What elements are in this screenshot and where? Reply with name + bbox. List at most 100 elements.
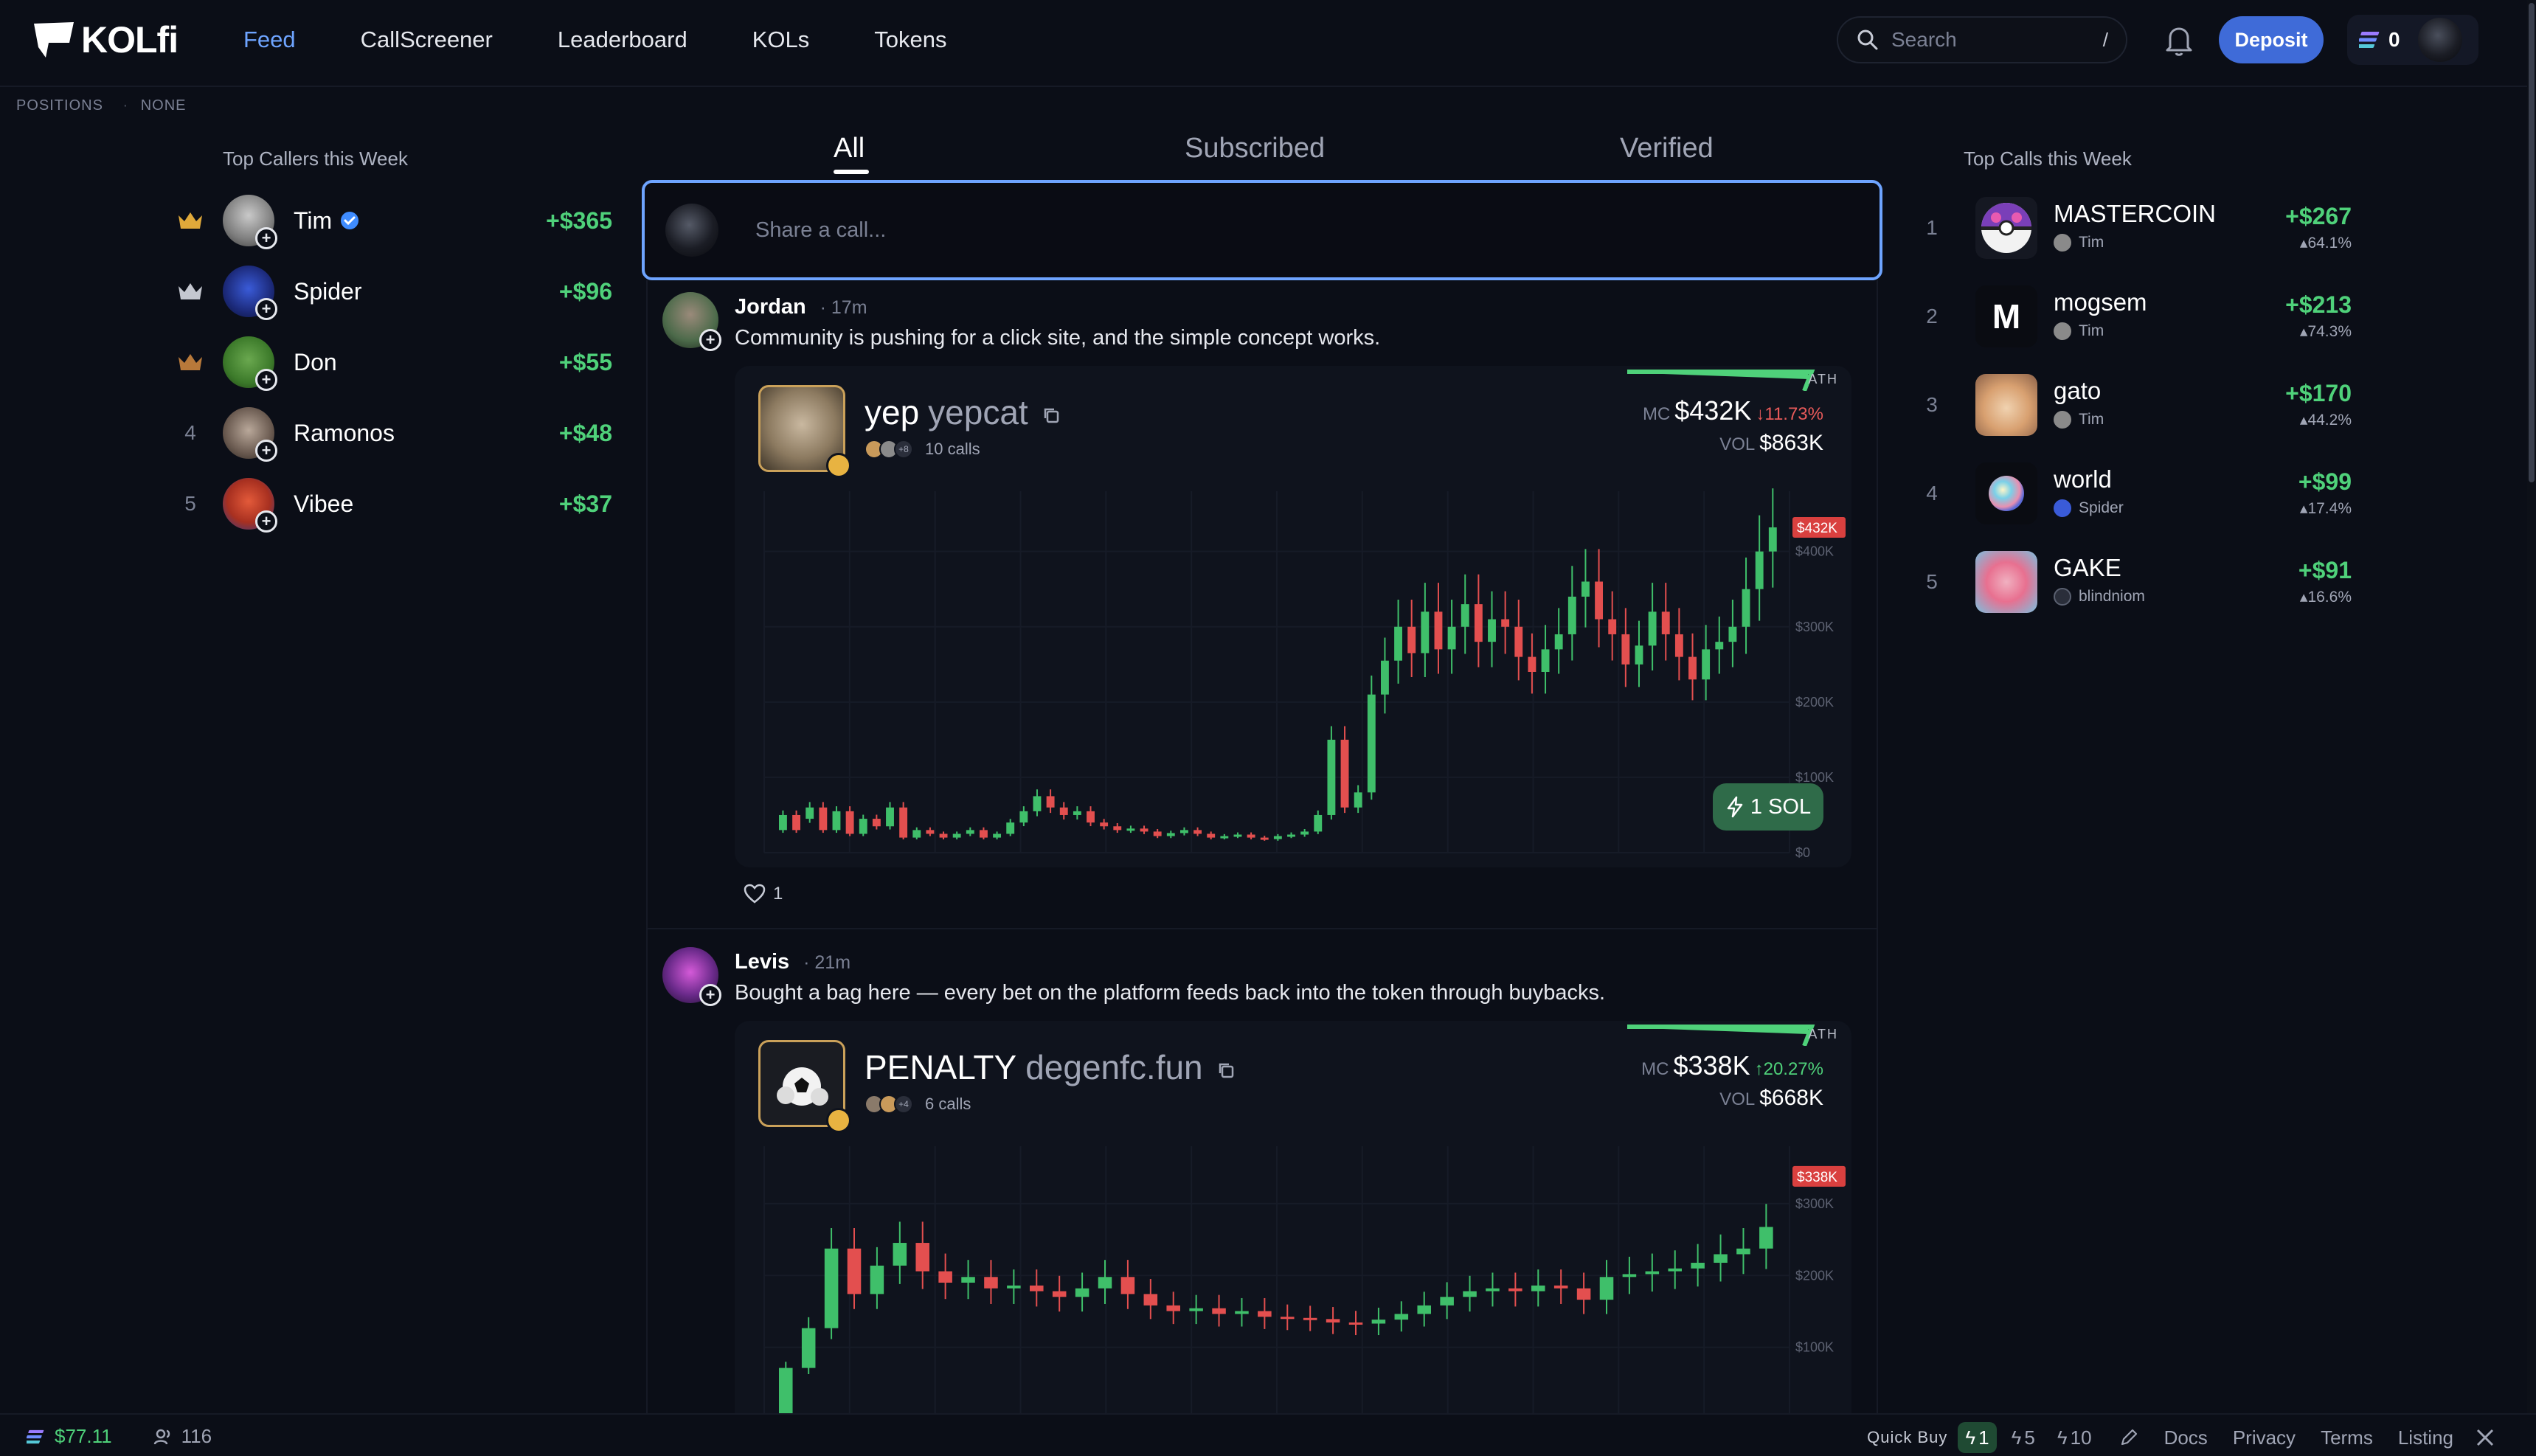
- cat-icon[interactable]: [1975, 374, 2037, 436]
- follow-plus-icon[interactable]: +: [255, 227, 277, 249]
- post-author-avatar[interactable]: +: [662, 947, 721, 1006]
- candle-body: [1421, 611, 1430, 654]
- footer-link-listing[interactable]: Listing: [2398, 1426, 2453, 1449]
- post-author[interactable]: Levis · 21m: [735, 950, 850, 974]
- nav-leaderboard[interactable]: Leaderboard: [558, 27, 687, 53]
- follow-plus-icon[interactable]: +: [255, 440, 277, 462]
- candle-body: [1220, 836, 1229, 839]
- nav-tokens[interactable]: Tokens: [874, 27, 946, 53]
- lightning-icon: ϟ: [1965, 1426, 1976, 1449]
- caller-avatar[interactable]: +: [223, 266, 277, 320]
- caller-row[interactable]: + Don +$55: [170, 327, 612, 398]
- candle-body: [824, 1248, 839, 1328]
- token-card[interactable]: PENALTY degenfc.fun +4 6 calls ATH MC $338…: [735, 1021, 1851, 1434]
- copy-icon[interactable]: [1216, 1061, 1236, 1080]
- scrollbar-thumb[interactable]: [2529, 3, 2535, 482]
- top-call-row[interactable]: 3 gato Tim +$170 ▴44.2%: [1924, 361, 2366, 449]
- caller-mini-avatar: [2054, 588, 2071, 606]
- call-token-name: mogsem: [2054, 288, 2147, 316]
- candle-body: [1576, 1288, 1591, 1300]
- x-twitter-icon[interactable]: [2476, 1428, 2495, 1447]
- candle-body: [912, 830, 921, 838]
- caller-avatar[interactable]: +: [223, 336, 277, 391]
- caller-pnl: +$48: [558, 419, 612, 446]
- caller-row[interactable]: + Spider +$96: [170, 256, 612, 327]
- vol-value: $668K: [1759, 1086, 1823, 1110]
- cartoon-icon[interactable]: [1975, 551, 2037, 613]
- heart-icon: [744, 884, 766, 904]
- kolfi-logo[interactable]: KOLfi: [32, 19, 179, 60]
- post-author[interactable]: Jordan · 17m: [735, 295, 867, 319]
- caller-avatar[interactable]: +: [223, 478, 277, 533]
- candle-body: [1691, 1263, 1705, 1269]
- candle-body: [1417, 1305, 1431, 1314]
- nav-kols[interactable]: KOLs: [752, 27, 810, 53]
- nav-feed[interactable]: Feed: [243, 27, 296, 53]
- caller-name: Don: [294, 349, 559, 376]
- copy-icon[interactable]: [1042, 406, 1061, 425]
- caller-row[interactable]: 4 + Ramonos +$48: [170, 398, 612, 468]
- follow-plus-icon[interactable]: +: [699, 984, 721, 1006]
- footer-link-privacy[interactable]: Privacy: [2233, 1426, 2296, 1449]
- top-call-row[interactable]: 5 GAKE blindniom +$91 ▴16.6%: [1924, 538, 2366, 626]
- candlestick-chart[interactable]: $400K $300K $200K $100K $0 $432K: [735, 476, 1851, 867]
- post-author-avatar[interactable]: +: [662, 292, 721, 351]
- like-button[interactable]: 1: [744, 884, 783, 904]
- tab-subscribed[interactable]: Subscribed: [1185, 133, 1325, 164]
- candle-body: [1189, 1308, 1203, 1311]
- pencil-icon[interactable]: [2118, 1427, 2139, 1448]
- caller-row[interactable]: 5 + Vibee +$37: [170, 468, 612, 539]
- candle-body: [1303, 1317, 1317, 1320]
- token-name[interactable]: PENALTY degenfc.fun: [865, 1047, 1236, 1087]
- search-input[interactable]: Search /: [1837, 16, 2127, 63]
- follow-plus-icon[interactable]: +: [255, 510, 277, 533]
- top-call-row[interactable]: 4 world Spider +$99 ▴17.4%: [1924, 449, 2366, 538]
- caller-row[interactable]: + Tim +$365: [170, 185, 612, 256]
- footer-link-docs[interactable]: Docs: [2164, 1426, 2208, 1449]
- follow-plus-icon[interactable]: +: [699, 329, 721, 351]
- token-badge-icon: [826, 453, 851, 478]
- footer-users: 116: [153, 1425, 212, 1448]
- call-pct-value: 74.3%: [2307, 323, 2352, 340]
- quick-buy-button[interactable]: 1 SOL: [1713, 783, 1823, 831]
- footer-balance[interactable]: $77.11: [55, 1425, 112, 1448]
- top-callers-panel: Top Callers this Week + Tim +$365 + Spid…: [170, 148, 612, 539]
- solana-icon: [27, 1429, 44, 1443]
- candle-body: [1087, 811, 1095, 823]
- candle-body: [1736, 1248, 1750, 1255]
- orb-icon[interactable]: [1975, 462, 2037, 524]
- user-avatar[interactable]: [2417, 18, 2462, 62]
- candlestick-chart[interactable]: $300K $200K $100K $338K: [735, 1131, 1851, 1434]
- nav-callscreener[interactable]: CallScreener: [361, 27, 493, 53]
- top-call-row[interactable]: 2 M mogsem Tim +$213 ▴74.3%: [1924, 272, 2366, 361]
- bell-icon[interactable]: [2161, 22, 2197, 58]
- follow-plus-icon[interactable]: +: [255, 369, 277, 391]
- compose-box[interactable]: Share a call...: [642, 180, 1882, 280]
- footer-link-terms[interactable]: Terms: [2321, 1426, 2373, 1449]
- tab-all[interactable]: All: [834, 133, 865, 164]
- candle-body: [1554, 634, 1563, 650]
- candle-body: [1528, 656, 1537, 672]
- positions-value: NONE: [140, 97, 187, 114]
- feed-post: + Jordan · 17m Community is pushing for …: [646, 289, 1878, 926]
- caller-avatar[interactable]: +: [223, 407, 277, 462]
- token-card[interactable]: yep yepcat +8 10 calls ATH MC $432K ↓11.73%…: [735, 366, 1851, 867]
- quick-buy-option[interactable]: ϟ1: [1958, 1422, 1997, 1453]
- deposit-button[interactable]: Deposit: [2219, 16, 2324, 63]
- masterball-icon[interactable]: [1975, 197, 2037, 259]
- quick-buy-option[interactable]: ϟ 10: [2050, 1422, 2099, 1453]
- quick-buy-option[interactable]: ϟ5: [2004, 1422, 2043, 1453]
- wallet-button[interactable]: 0: [2347, 15, 2478, 65]
- candle-body: [1440, 1297, 1454, 1306]
- letter-m-icon[interactable]: M: [1975, 285, 2037, 347]
- candle-body: [1447, 626, 1456, 650]
- candle-body: [872, 819, 881, 827]
- top-call-row[interactable]: 1 MASTERCOIN Tim +$267 ▴64.1%: [1924, 184, 2366, 272]
- caller-name: Spider: [294, 278, 559, 305]
- token-name[interactable]: yep yepcat: [865, 392, 1061, 432]
- follow-plus-icon[interactable]: +: [255, 298, 277, 320]
- call-token-name: world: [2054, 465, 2112, 493]
- tab-verified[interactable]: Verified: [1620, 133, 1714, 164]
- mc-label: MC: [1641, 1059, 1669, 1079]
- caller-avatar[interactable]: +: [223, 195, 277, 249]
